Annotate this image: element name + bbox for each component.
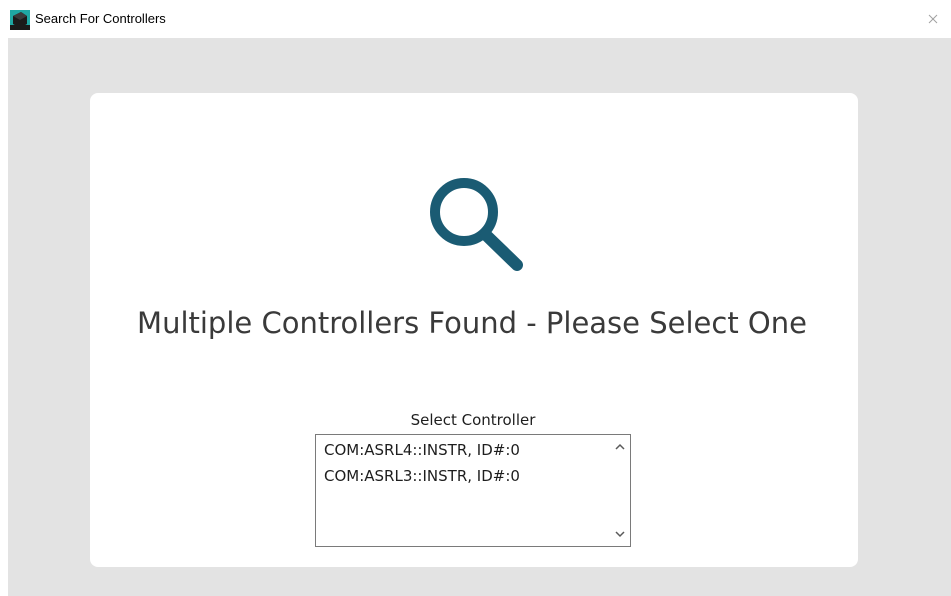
controller-list-label: Select Controller	[410, 411, 536, 429]
close-button[interactable]	[920, 6, 946, 32]
controller-listbox[interactable]: COM:ASRL4::INSTR, ID#:0 COM:ASRL3::INSTR…	[315, 434, 631, 547]
app-logo-icon	[10, 10, 30, 30]
title-bar: Search For Controllers	[0, 0, 951, 38]
scroll-up-button[interactable]	[610, 437, 630, 457]
page-title: Multiple Controllers Found - Please Sele…	[137, 306, 807, 340]
window-title: Search For Controllers	[35, 11, 166, 26]
chevron-down-icon	[615, 531, 625, 538]
list-item[interactable]: COM:ASRL4::INSTR, ID#:0	[316, 438, 608, 464]
content-area: Multiple Controllers Found - Please Sele…	[8, 38, 951, 596]
controller-list-items: COM:ASRL4::INSTR, ID#:0 COM:ASRL3::INSTR…	[316, 438, 608, 490]
magnifying-glass-icon	[411, 160, 531, 280]
vertical-scrollbar[interactable]	[610, 435, 630, 546]
scroll-down-button[interactable]	[610, 524, 630, 544]
chevron-up-icon	[615, 443, 625, 450]
search-for-controllers-window: Search For Controllers Multiple Controll…	[0, 0, 951, 596]
dialog-card: Multiple Controllers Found - Please Sele…	[90, 93, 858, 567]
list-item[interactable]: COM:ASRL3::INSTR, ID#:0	[316, 464, 608, 490]
close-icon	[928, 14, 938, 24]
